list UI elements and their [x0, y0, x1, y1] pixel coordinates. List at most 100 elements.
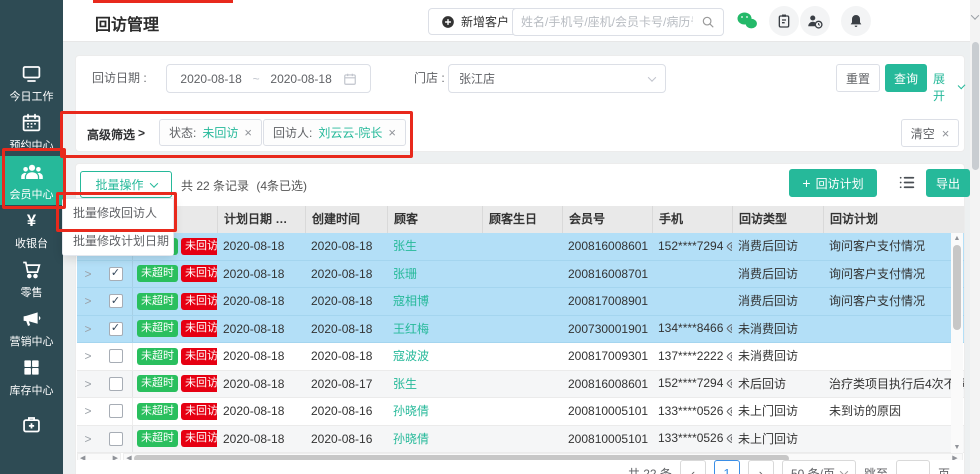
- table-row[interactable]: 未超时 未回访 2020-08-18 2020-08-18 张生 2008160…: [77, 233, 964, 261]
- table-row[interactable]: 未超时 未回访 2020-08-18 2020-08-18 张珊 2008160…: [77, 261, 964, 289]
- cell-customer-name[interactable]: 孙晓倩: [387, 426, 482, 453]
- table-vertical-scrollbar[interactable]: ▲▼: [951, 233, 963, 453]
- row-checkbox[interactable]: [109, 322, 123, 336]
- chevron-down-icon: [840, 467, 848, 474]
- col-birthday[interactable]: 顾客生日: [482, 206, 562, 233]
- grid-icon: [22, 356, 41, 380]
- chevron-down-icon: [971, 11, 979, 19]
- prev-page-button[interactable]: [680, 460, 706, 474]
- sidebar-item-零售[interactable]: 零售: [0, 254, 63, 303]
- table-row[interactable]: 未超时 未回访 2020-08-18 2020-08-18 王红梅 200730…: [77, 316, 964, 344]
- app-root: 今日工作 预约中心 会员中心 ¥ 收银台 零售 营销中心 库存中心 回访管理 新…: [0, 0, 980, 474]
- visit-date-range-input[interactable]: 2020-08-18 ~ 2020-08-18: [166, 64, 371, 93]
- batch-menu-item-1[interactable]: 批量修改回访人: [63, 199, 173, 227]
- cell-phone: [652, 261, 732, 288]
- visit-date-label: 回访日期 :: [92, 64, 147, 93]
- store-label: 门店 :: [414, 64, 445, 93]
- cell-customer-name[interactable]: 寇波波: [387, 343, 482, 370]
- not-timeout-tag: 未超时: [137, 430, 178, 447]
- records-summary: 共 22 条记录 (4条已选): [181, 177, 307, 194]
- export-button[interactable]: 导出: [926, 169, 970, 197]
- batch-operations-button[interactable]: 批量操作: [80, 171, 172, 198]
- sidebar-item-今日工作[interactable]: 今日工作: [0, 58, 63, 107]
- query-button[interactable]: 查询: [885, 64, 927, 92]
- store-select[interactable]: 张江店: [448, 64, 666, 93]
- people-clock-icon[interactable]: [800, 6, 830, 36]
- row-expand-arrow[interactable]: [77, 316, 99, 343]
- jump-page-input[interactable]: [896, 460, 930, 474]
- column-settings-icon[interactable]: [896, 173, 918, 192]
- col-customer[interactable]: 顾客: [387, 206, 482, 233]
- svg-text:¥: ¥: [27, 211, 37, 230]
- expand-toggle[interactable]: 展开: [933, 70, 964, 104]
- not-timeout-tag: 未超时: [137, 320, 178, 337]
- filter-tag[interactable]: 状态: 未回访: [159, 119, 262, 146]
- cell-customer-name[interactable]: 张珊: [387, 261, 482, 288]
- not-visited-tag: 未回访: [181, 320, 217, 337]
- table-row[interactable]: 未超时 未回访 2020-08-18 2020-08-16 孙晓倩 200810…: [77, 426, 964, 454]
- sidebar-item-营销中心[interactable]: 营销中心: [0, 303, 63, 352]
- row-checkbox[interactable]: [109, 267, 123, 281]
- row-expand-arrow[interactable]: [77, 371, 99, 398]
- cell-customer-name[interactable]: 张生: [387, 233, 482, 260]
- clipboard-icon[interactable]: [769, 6, 799, 36]
- table-row[interactable]: 未超时 未回访 2020-08-18 2020-08-17 张生 2008160…: [77, 371, 964, 399]
- next-page-button[interactable]: [748, 460, 774, 474]
- filter-tag[interactable]: 回访人: 刘云云-院长: [263, 119, 406, 146]
- col-plan-date[interactable]: 计划日期 …: [217, 206, 305, 233]
- page-1-button[interactable]: 1: [714, 460, 740, 474]
- clear-filters-button[interactable]: 清空: [901, 119, 959, 147]
- cell-customer-name[interactable]: 王红梅: [387, 316, 482, 343]
- cell-phone: 152****7294: [652, 233, 732, 260]
- search-input[interactable]: [513, 15, 701, 29]
- col-visit-plan[interactable]: 回访计划: [823, 206, 964, 233]
- reset-button[interactable]: 重置: [836, 64, 880, 92]
- col-phone[interactable]: 手机: [652, 206, 732, 233]
- wechat-icon[interactable]: [732, 6, 762, 36]
- add-visit-plan-button[interactable]: 回访计划: [789, 169, 877, 197]
- cell-visit-plan: 治疗类项目执行后4次不同岗…: [823, 371, 964, 398]
- sidebar-item-预约中心[interactable]: 预约中心: [0, 107, 63, 156]
- sidebar-item-库存中心[interactable]: 库存中心: [0, 352, 63, 401]
- batch-menu-item-2[interactable]: 批量修改计划日期: [63, 227, 173, 255]
- plus-icon: [802, 175, 810, 191]
- row-checkbox[interactable]: [109, 377, 123, 391]
- row-expand-arrow[interactable]: [77, 261, 99, 288]
- cell-member-no: 200817009301: [562, 343, 652, 370]
- advanced-filter-arrow-icon[interactable]: [138, 126, 145, 140]
- table-row[interactable]: 未超时 未回访 2020-08-18 2020-08-16 孙晓倩 200810…: [77, 398, 964, 426]
- table-row[interactable]: 未超时 未回访 2020-08-18 2020-08-18 寇相博 200817…: [77, 288, 964, 316]
- row-expand-arrow[interactable]: [77, 288, 99, 315]
- sidebar-item-medkit-icon[interactable]: [0, 401, 63, 450]
- cell-customer-name[interactable]: 寇相博: [387, 288, 482, 315]
- col-create-time[interactable]: 创建时间: [305, 206, 387, 233]
- vscroll-thumb[interactable]: [953, 245, 961, 330]
- row-expand-arrow[interactable]: [77, 426, 99, 453]
- close-icon[interactable]: [244, 126, 252, 139]
- not-visited-tag: 未回访: [181, 293, 217, 310]
- table-row[interactable]: 未超时 未回访 2020-08-18 2020-08-18 寇波波 200817…: [77, 343, 964, 371]
- add-customer-button[interactable]: 新增客户: [428, 8, 522, 35]
- row-checkbox[interactable]: [109, 294, 123, 308]
- sidebar-item-会员中心[interactable]: 会员中心: [0, 156, 63, 205]
- cell-create-date: 2020-08-18: [305, 233, 387, 260]
- row-checkbox[interactable]: [109, 432, 123, 446]
- search-icon[interactable]: [701, 15, 715, 29]
- cell-visit-plan: [823, 316, 964, 343]
- page-scroll-thumb[interactable]: [972, 42, 979, 170]
- cell-customer-name[interactable]: 张生: [387, 371, 482, 398]
- close-icon[interactable]: [388, 126, 396, 139]
- page-scrollbar[interactable]: [970, 0, 980, 474]
- page-size-select[interactable]: 50 条/页: [782, 460, 856, 474]
- bell-icon[interactable]: [841, 6, 871, 36]
- cell-visit-type: 未上门回访: [732, 398, 823, 425]
- row-checkbox[interactable]: [109, 349, 123, 363]
- col-member-no[interactable]: 会员号: [562, 206, 652, 233]
- sidebar-item-收银台[interactable]: ¥ 收银台: [0, 205, 63, 254]
- col-visit-type[interactable]: 回访类型: [732, 206, 823, 233]
- cell-customer-name[interactable]: 孙晓倩: [387, 398, 482, 425]
- row-expand-arrow[interactable]: [77, 343, 99, 370]
- row-checkbox[interactable]: [109, 404, 123, 418]
- row-expand-arrow[interactable]: [77, 398, 99, 425]
- cell-visit-plan: [823, 343, 964, 370]
